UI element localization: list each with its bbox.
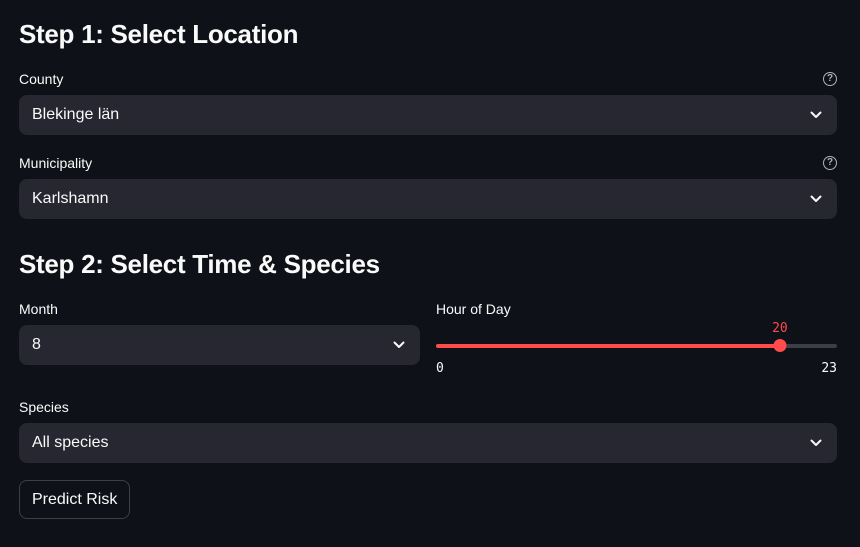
hour-slider-fill xyxy=(436,344,780,348)
chevron-down-icon xyxy=(808,107,824,123)
county-label: County xyxy=(19,71,64,87)
municipality-select-value: Karlshamn xyxy=(32,190,109,207)
municipality-help-icon[interactable]: ? xyxy=(823,156,837,170)
month-label: Month xyxy=(19,301,58,317)
hour-slider[interactable]: 20 0 23 xyxy=(436,320,837,380)
species-label: Species xyxy=(19,399,69,415)
hour-label: Hour of Day xyxy=(436,301,511,317)
hour-slider-min: 0 xyxy=(436,361,444,376)
species-select[interactable]: All species xyxy=(19,423,837,463)
county-help-icon[interactable]: ? xyxy=(823,72,837,86)
month-select[interactable]: 8 xyxy=(19,325,420,365)
step1-heading: Step 1: Select Location xyxy=(19,19,299,49)
step2-heading: Step 2: Select Time & Species xyxy=(19,249,380,279)
county-select[interactable]: Blekinge län xyxy=(19,95,837,135)
chevron-down-icon xyxy=(808,435,824,451)
county-select-value: Blekinge län xyxy=(32,106,120,123)
chevron-down-icon xyxy=(391,337,407,353)
hour-slider-value: 20 xyxy=(772,321,788,336)
hour-slider-thumb[interactable] xyxy=(773,339,787,352)
municipality-label: Municipality xyxy=(19,155,93,171)
predict-risk-button[interactable]: Predict Risk xyxy=(19,480,131,519)
species-select-value: All species xyxy=(32,434,109,451)
hour-slider-max: 23 xyxy=(821,361,837,376)
month-select-value: 8 xyxy=(32,336,41,353)
municipality-select[interactable]: Karlshamn xyxy=(19,179,837,219)
chevron-down-icon xyxy=(808,191,824,207)
